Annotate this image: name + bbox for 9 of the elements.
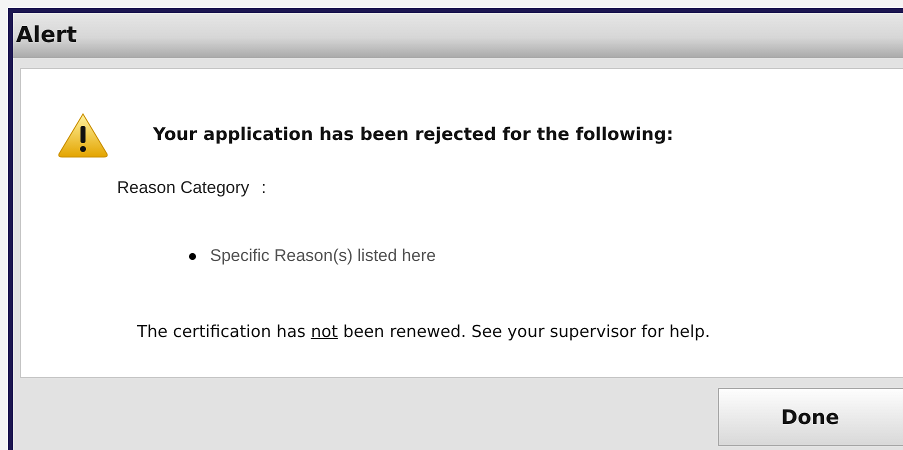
alert-heading: Your application has been rejected for the following: bbox=[153, 125, 674, 145]
done-button[interactable]: Done bbox=[718, 388, 903, 446]
bullet-icon bbox=[189, 252, 196, 260]
reason-label: Reason Category bbox=[117, 178, 250, 198]
window-title: Alert bbox=[13, 13, 903, 58]
message-text: The certification has not been renewed. See your supervisor for help. bbox=[136, 321, 712, 341]
reason-item: Specific Reason(s) listed here bbox=[210, 246, 436, 266]
warning-icon bbox=[57, 112, 109, 158]
separator: : bbox=[261, 178, 266, 198]
